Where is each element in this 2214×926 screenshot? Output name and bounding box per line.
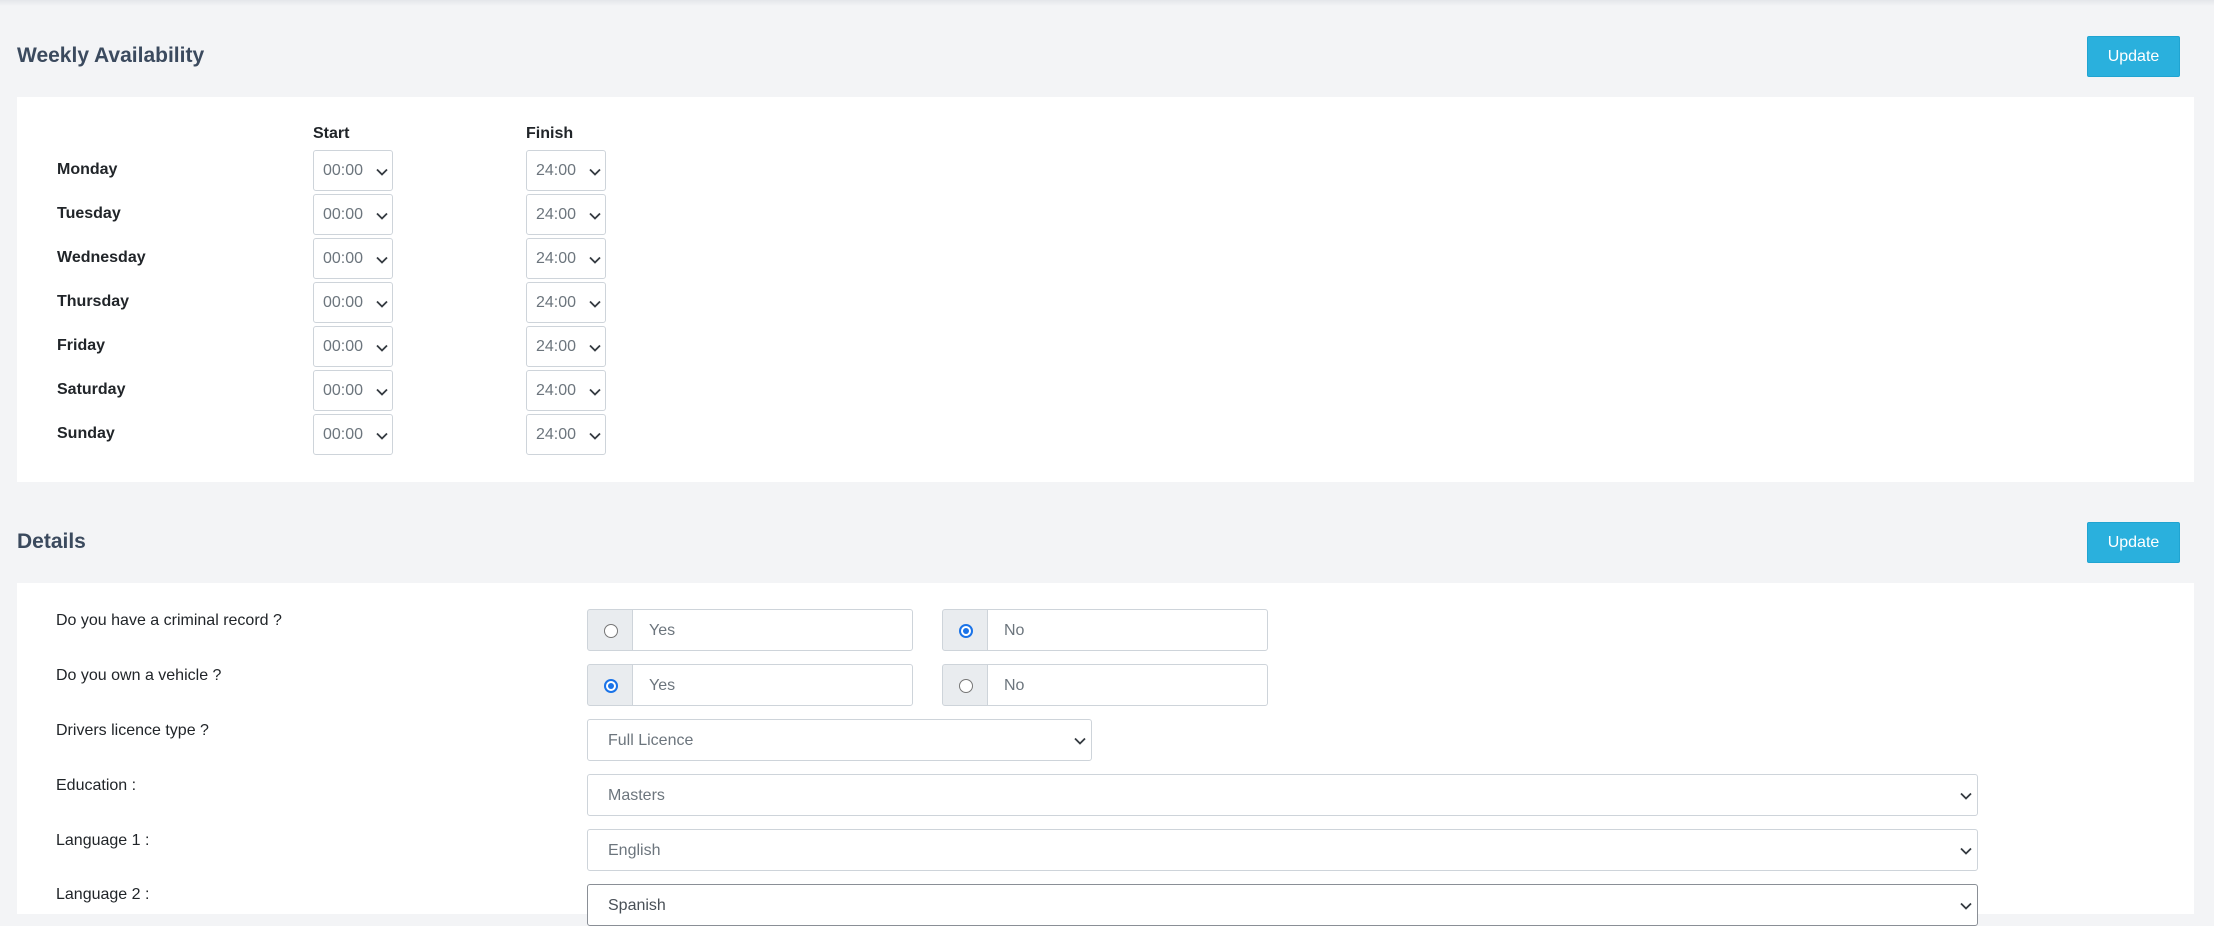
start-time-value: 00:00 — [323, 294, 364, 311]
own-vehicle-yes-option[interactable]: Yes — [587, 664, 913, 706]
availability-panel: Start Finish Monday 00:00 24:00 Tuesday 00:0… — [17, 97, 2194, 482]
start-time-value: 00:00 — [323, 426, 364, 443]
start-time-select-wednesday[interactable]: 00:00 — [313, 238, 393, 279]
chevron-down-icon — [1960, 902, 1972, 910]
chevron-down-icon — [376, 432, 388, 440]
language1-label: Language 1 : — [56, 832, 150, 849]
education-select[interactable]: Masters — [587, 774, 1978, 816]
start-time-value: 00:00 — [323, 206, 364, 223]
language1-select[interactable]: English — [587, 829, 1978, 871]
details-title: Details — [17, 530, 86, 553]
day-label-monday: Monday — [57, 161, 118, 178]
chevron-down-icon — [376, 168, 388, 176]
chevron-down-icon — [589, 212, 601, 220]
own-vehicle-no-text: No — [987, 664, 1268, 706]
own-vehicle-yes-text: Yes — [632, 664, 913, 706]
criminal-record-yes-radio-icon[interactable] — [604, 624, 618, 638]
chevron-down-icon — [376, 388, 388, 396]
finish-time-select-sunday[interactable]: 24:00 — [526, 414, 606, 455]
chevron-down-icon — [376, 344, 388, 352]
finish-time-value: 24:00 — [536, 426, 577, 443]
finish-time-value: 24:00 — [536, 206, 577, 223]
chevron-down-icon — [1074, 737, 1086, 745]
chevron-down-icon — [1960, 792, 1972, 800]
criminal-record-yes-text: Yes — [632, 609, 913, 651]
start-time-select-tuesday[interactable]: 00:00 — [313, 194, 393, 235]
start-column-header: Start — [313, 125, 350, 142]
chevron-down-icon — [376, 212, 388, 220]
language2-select[interactable]: Spanish — [587, 884, 1978, 926]
start-time-select-sunday[interactable]: 00:00 — [313, 414, 393, 455]
start-time-value: 00:00 — [323, 162, 364, 179]
radio-addon — [587, 664, 633, 706]
availability-header: Weekly Availability Update — [0, 27, 2214, 87]
licence-type-select[interactable]: Full Licence — [587, 719, 1092, 761]
chevron-down-icon — [376, 256, 388, 264]
day-label-tuesday: Tuesday — [57, 205, 121, 222]
criminal-record-label: Do you have a criminal record ? — [56, 612, 282, 629]
finish-time-select-monday[interactable]: 24:00 — [526, 150, 606, 191]
start-time-select-thursday[interactable]: 00:00 — [313, 282, 393, 323]
start-time-select-saturday[interactable]: 00:00 — [313, 370, 393, 411]
chevron-down-icon — [589, 168, 601, 176]
day-label-saturday: Saturday — [57, 381, 126, 398]
availability-title: Weekly Availability — [17, 44, 205, 67]
own-vehicle-no-option[interactable]: No — [942, 664, 1268, 706]
finish-time-value: 24:00 — [536, 338, 577, 355]
top-shadow — [0, 0, 2214, 6]
start-time-select-friday[interactable]: 00:00 — [313, 326, 393, 367]
start-time-value: 00:00 — [323, 338, 364, 355]
finish-column-header: Finish — [526, 125, 574, 142]
finish-time-select-saturday[interactable]: 24:00 — [526, 370, 606, 411]
finish-time-value: 24:00 — [536, 294, 577, 311]
criminal-record-no-text: No — [987, 609, 1268, 651]
own-vehicle-label: Do you own a vehicle ? — [56, 667, 222, 684]
finish-time-select-tuesday[interactable]: 24:00 — [526, 194, 606, 235]
details-panel: Do you have a criminal record ? Yes No D… — [17, 583, 2194, 926]
details-header: Details Update — [0, 513, 2214, 573]
chevron-down-icon — [1960, 847, 1972, 855]
criminal-record-no-option[interactable]: No — [942, 609, 1268, 651]
finish-time-select-wednesday[interactable]: 24:00 — [526, 238, 606, 279]
chevron-down-icon — [589, 256, 601, 264]
radio-addon — [942, 664, 988, 706]
own-vehicle-no-radio-icon[interactable] — [959, 679, 973, 693]
finish-time-value: 24:00 — [536, 382, 577, 399]
chevron-down-icon — [589, 432, 601, 440]
start-time-select-monday[interactable]: 00:00 — [313, 150, 393, 191]
criminal-record-no-radio-icon[interactable] — [959, 624, 973, 638]
language2-value: Spanish — [608, 897, 666, 914]
start-time-value: 00:00 — [323, 382, 364, 399]
finish-time-value: 24:00 — [536, 162, 577, 179]
radio-addon — [587, 609, 633, 651]
education-label: Education : — [56, 777, 137, 794]
radio-addon — [942, 609, 988, 651]
education-value: Masters — [608, 787, 665, 804]
day-label-friday: Friday — [57, 337, 106, 354]
chevron-down-icon — [376, 300, 388, 308]
day-label-thursday: Thursday — [57, 293, 130, 310]
chevron-down-icon — [589, 344, 601, 352]
finish-time-select-thursday[interactable]: 24:00 — [526, 282, 606, 323]
language1-value: English — [608, 842, 661, 859]
start-time-value: 00:00 — [323, 250, 364, 267]
criminal-record-yes-option[interactable]: Yes — [587, 609, 913, 651]
availability-update-button[interactable]: Update — [2087, 36, 2180, 77]
details-update-button[interactable]: Update — [2087, 522, 2180, 563]
chevron-down-icon — [589, 388, 601, 396]
finish-time-select-friday[interactable]: 24:00 — [526, 326, 606, 367]
day-label-sunday: Sunday — [57, 425, 115, 442]
licence-type-label: Drivers licence type ? — [56, 722, 209, 739]
licence-type-value: Full Licence — [608, 732, 694, 749]
day-label-wednesday: Wednesday — [57, 249, 146, 266]
language2-label: Language 2 : — [56, 886, 150, 903]
own-vehicle-yes-radio-icon[interactable] — [604, 679, 618, 693]
chevron-down-icon — [589, 300, 601, 308]
finish-time-value: 24:00 — [536, 250, 577, 267]
